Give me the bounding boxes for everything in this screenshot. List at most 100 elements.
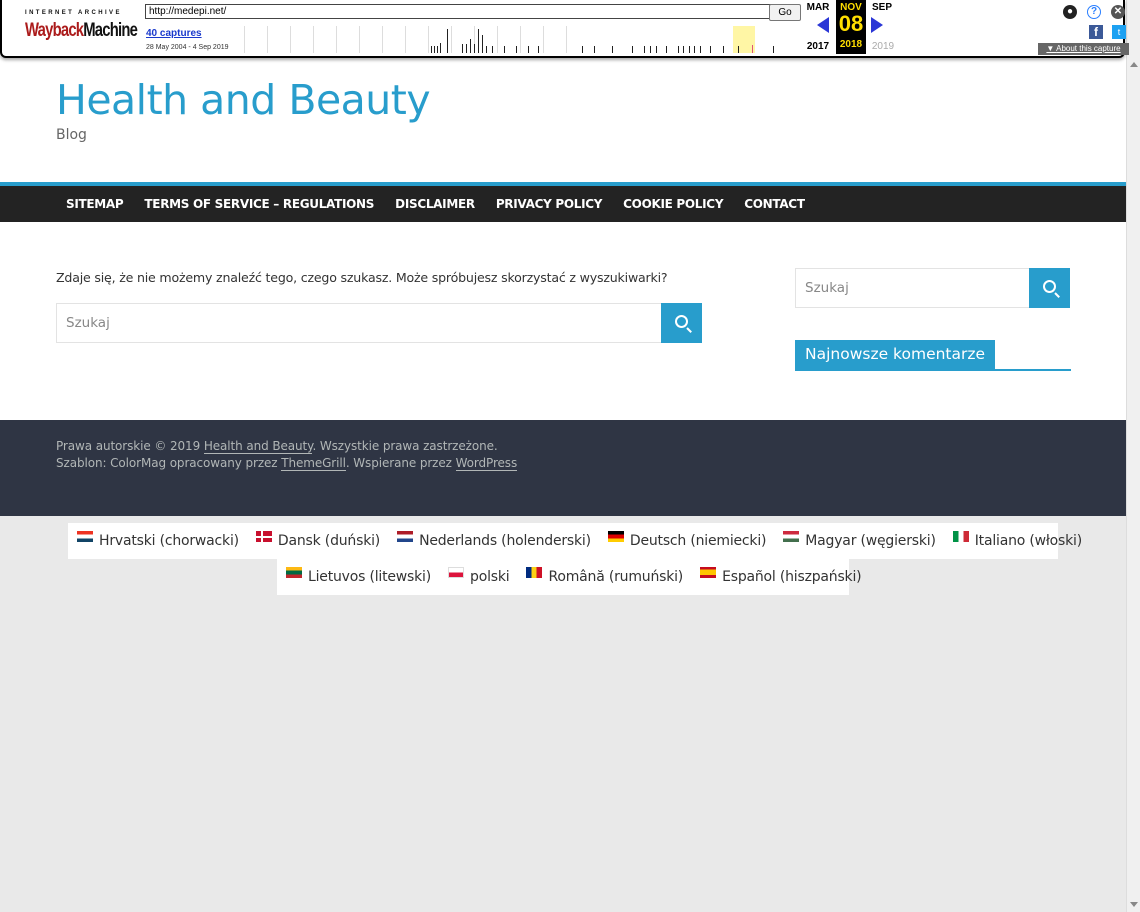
capture-bar <box>582 46 583 53</box>
captures-link[interactable]: 40 captures <box>146 28 202 39</box>
capture-bar <box>723 46 724 53</box>
nav-item-disclaimer[interactable]: DISCLAIMER <box>395 186 475 211</box>
year-separator <box>405 26 406 53</box>
current-year: 2018 <box>839 39 863 50</box>
germany-flag-icon <box>607 531 624 542</box>
language-label: polski <box>470 569 510 585</box>
next-capture-arrow-icon[interactable] <box>871 17 883 33</box>
year-separator <box>267 26 268 53</box>
sidebar-search-input[interactable]: Szukaj <box>796 269 849 307</box>
main-search-button[interactable] <box>661 303 702 343</box>
widget-title: Najnowsze komentarze <box>795 340 996 369</box>
language-link-italiano[interactable]: Italiano (włoski) <box>952 531 1082 549</box>
capture-bar <box>656 46 657 53</box>
year-separator <box>313 26 314 53</box>
capture-bar <box>492 46 493 53</box>
footer-credits: Szablon: ColorMag opracowany przez Theme… <box>56 456 517 471</box>
nav-item-cookie-policy[interactable]: COOKIE POLICY <box>623 186 723 211</box>
year-separator <box>543 26 544 53</box>
wayback-url-input[interactable]: http://medepi.net/ <box>145 4 773 19</box>
capture-bar <box>528 46 529 53</box>
logo-wordmark: WaybackMachine <box>25 20 138 42</box>
language-link-lietuvos[interactable]: Lietuvos (litewski) <box>286 567 431 585</box>
capture-bar <box>694 46 695 53</box>
nav-item-contact[interactable]: CONTACT <box>744 186 805 211</box>
footer-site-link[interactable]: Health and Beauty <box>203 439 313 454</box>
prev-month-label[interactable]: MAR <box>803 2 833 13</box>
facebook-icon[interactable]: f <box>1089 25 1103 39</box>
language-link-romana[interactable]: Română (rumuński) <box>526 567 684 585</box>
nav-item-privacy-policy[interactable]: PRIVACY POLICY <box>496 186 603 211</box>
search-icon <box>1043 280 1056 293</box>
spain-flag-icon <box>700 567 717 578</box>
site-page: Health and Beauty Blog SITEMAP TERMS OF … <box>0 0 1126 516</box>
italy-flag-icon <box>952 531 969 542</box>
capture-bar <box>612 46 613 53</box>
current-day: 08 <box>838 11 864 36</box>
language-label: Dansk (duński) <box>277 533 381 549</box>
next-month-label[interactable]: SEP <box>867 2 897 13</box>
not-found-message: Zdaje się, że nie możemy znaleźć tego, c… <box>56 270 668 285</box>
site-footer: Prawa autorskie © 2019 Health and Beauty… <box>0 420 1126 516</box>
capture-bar <box>644 46 645 53</box>
capture-bar <box>486 46 487 53</box>
page-scrollbar[interactable] <box>1126 0 1140 912</box>
capture-bar <box>504 46 505 53</box>
language-bar-row-2: Lietuvos (litewski) polski Română (rumuń… <box>277 559 862 595</box>
language-link-deutsch[interactable]: Deutsch (niemiecki) <box>607 531 766 549</box>
netherlands-flag-icon <box>397 531 414 542</box>
user-icon[interactable]: ● <box>1063 5 1077 19</box>
site-title[interactable]: Health and Beauty <box>56 76 431 124</box>
footer-copyright: Prawa autorskie © 2019 Health and Beauty… <box>56 439 498 454</box>
wayback-machine-logo[interactable]: INTERNET ARCHIVE WaybackMachine <box>16 6 138 48</box>
language-link-dansk[interactable]: Dansk (duński) <box>255 531 381 549</box>
wayback-toolbar: INTERNET ARCHIVE WaybackMachine http://m… <box>0 0 1129 58</box>
language-label: Română (rumuński) <box>548 569 684 585</box>
powered-by-text: . Wspierane przez <box>345 456 456 470</box>
language-link-hrvatski[interactable]: Hrvatski (chorwacki) <box>77 531 239 549</box>
capture-bar <box>447 29 448 53</box>
capture-sparkline[interactable] <box>242 26 782 53</box>
year-separator <box>428 26 429 53</box>
year-separator <box>290 26 291 53</box>
prev-year-label[interactable]: 2017 <box>803 41 833 52</box>
capture-bar <box>431 46 432 53</box>
wordpress-link[interactable]: WordPress <box>455 456 517 471</box>
logo-wordmark-machine: Machine <box>83 20 138 41</box>
language-link-nederlands[interactable]: Nederlands (holenderski) <box>397 531 591 549</box>
scroll-up-icon[interactable] <box>1130 62 1138 67</box>
current-capture-bar <box>752 45 753 53</box>
scroll-down-icon[interactable] <box>1130 902 1138 907</box>
year-separator <box>244 26 245 53</box>
nav-item-sitemap[interactable]: SITEMAP <box>66 186 124 211</box>
capture-bar <box>437 46 438 53</box>
site-description: Blog <box>56 127 87 143</box>
year-separator <box>566 26 567 53</box>
copyright-text: Prawa autorskie © 2019 <box>56 439 204 453</box>
help-icon[interactable]: ? <box>1087 5 1101 19</box>
hungary-flag-icon <box>783 531 800 542</box>
romania-flag-icon <box>526 567 543 578</box>
prev-capture-arrow-icon[interactable] <box>817 17 829 33</box>
close-icon[interactable]: ✕ <box>1111 5 1125 19</box>
twitter-icon[interactable]: t <box>1112 25 1126 39</box>
sidebar-search-button[interactable] <box>1029 268 1070 308</box>
language-link-magyar[interactable]: Magyar (węgierski) <box>783 531 936 549</box>
year-separator <box>520 26 521 53</box>
capture-bar <box>700 46 701 53</box>
themegrill-link[interactable]: ThemeGrill <box>281 456 346 471</box>
language-link-polski[interactable]: polski <box>448 567 510 585</box>
current-capture-date: NOV 08 2018 <box>836 0 866 54</box>
theme-credit-text: Szablon: ColorMag opracowany przez <box>56 456 282 470</box>
year-separator <box>382 26 383 53</box>
about-capture-button[interactable]: ▼ About this capture <box>1038 43 1129 55</box>
nav-item-terms[interactable]: TERMS OF SERVICE – REGULATIONS <box>144 186 374 211</box>
lithuania-flag-icon <box>286 567 302 578</box>
language-link-espanol[interactable]: Español (hiszpański) <box>700 567 862 585</box>
main-search-input[interactable]: Szukaj <box>57 304 110 342</box>
search-icon <box>675 315 688 328</box>
capture-bar <box>466 44 467 53</box>
wayback-go-button[interactable]: Go <box>769 4 801 21</box>
next-year-label: 2019 <box>871 41 895 52</box>
capture-bar <box>474 44 475 53</box>
